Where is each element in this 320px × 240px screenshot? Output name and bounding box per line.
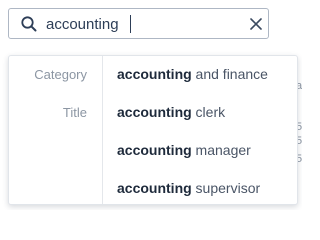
close-icon[interactable] <box>249 17 263 31</box>
group-label-title: Title <box>62 105 87 120</box>
suggestion-match-text: accounting <box>117 66 192 82</box>
suggestion-item[interactable]: accounting and finance <box>117 66 268 82</box>
autocomplete-dropdown: Category accounting and finance Title ac… <box>8 55 298 205</box>
search-icon <box>21 16 37 32</box>
search-input[interactable] <box>46 12 236 36</box>
suggestion-rest-text: supervisor <box>191 180 261 196</box>
group-label-category: Category <box>34 67 87 82</box>
search-autocomplete-screen: a 5, 5, 5, Category accounting and finan… <box>0 0 302 210</box>
suggestion-item[interactable]: accounting clerk <box>117 104 225 120</box>
text-cursor <box>130 15 131 33</box>
search-bar[interactable] <box>8 8 269 39</box>
suggestion-match-text: accounting <box>117 142 192 158</box>
suggestion-rest-text: manager <box>191 142 251 158</box>
suggestion-item[interactable]: accounting supervisor <box>117 180 260 196</box>
dropdown-divider <box>102 56 103 204</box>
suggestion-rest-text: clerk <box>191 104 226 120</box>
suggestion-match-text: accounting <box>117 104 192 120</box>
suggestion-rest-text: and finance <box>191 66 268 82</box>
suggestion-item[interactable]: accounting manager <box>117 142 251 158</box>
suggestion-match-text: accounting <box>117 180 192 196</box>
